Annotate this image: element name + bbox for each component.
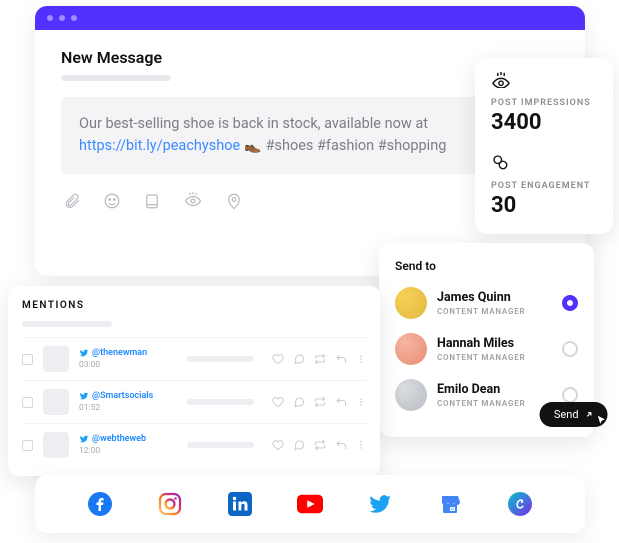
mention-time: 12:00 (79, 446, 169, 456)
window-dot (71, 15, 77, 21)
engagement-label: POST ENGAGEMENT (491, 181, 597, 191)
emoji-icon[interactable] (103, 192, 121, 210)
window-titlebar (35, 6, 585, 30)
visibility-icon[interactable] (183, 192, 203, 210)
person-role: CONTENT MANAGER (437, 353, 552, 362)
retweet-icon[interactable] (314, 353, 326, 365)
send-to-panel: Send to James Quinn CONTENT MANAGER Hann… (379, 243, 594, 437)
skeleton-line (187, 356, 254, 362)
send-button-label: Send (554, 408, 579, 421)
person-name: James Quinn (437, 290, 552, 305)
engagement-icon (491, 153, 597, 175)
checkbox[interactable] (22, 397, 33, 408)
impressions-icon (491, 72, 597, 92)
mentions-heading: MENTIONS (22, 300, 366, 311)
skeleton-line (187, 399, 254, 405)
window-dot (47, 15, 53, 21)
attachment-icon[interactable] (63, 192, 81, 210)
twitter-icon (79, 434, 89, 444)
reply-icon[interactable] (335, 396, 347, 408)
avatar (395, 333, 427, 365)
retweet-icon[interactable] (314, 439, 326, 451)
engagement-value: 30 (491, 193, 597, 218)
reply-icon[interactable] (335, 353, 347, 365)
media-icon[interactable] (143, 192, 161, 210)
checkbox[interactable] (22, 440, 33, 451)
google-business-icon[interactable]: G (437, 491, 463, 517)
retweet-icon[interactable] (314, 396, 326, 408)
more-icon[interactable] (356, 396, 366, 408)
message-link[interactable]: https://bit.ly/peachyshoe (79, 137, 240, 154)
shoe-emoji: 👞 (244, 138, 261, 154)
send-button[interactable]: Send (540, 402, 608, 427)
avatar (395, 379, 427, 411)
person-name: Hannah Miles (437, 336, 552, 351)
stats-card: POST IMPRESSIONS 3400 POST ENGAGEMENT 30 (475, 58, 613, 234)
message-hashtags: #shoes #fashion #shopping (266, 137, 447, 154)
heart-icon[interactable] (272, 439, 284, 451)
location-icon[interactable] (225, 192, 243, 210)
twitter-icon (79, 391, 89, 401)
mention-row[interactable]: @Smartsocials 01:52 (22, 380, 366, 423)
twitter-icon (79, 348, 89, 358)
select-radio[interactable] (562, 387, 578, 403)
select-radio[interactable] (562, 341, 578, 357)
heart-icon[interactable] (272, 396, 284, 408)
person-role: CONTENT MANAGER (437, 307, 552, 316)
skeleton-line (22, 321, 112, 327)
canva-icon[interactable] (507, 491, 533, 517)
youtube-icon[interactable] (297, 491, 323, 517)
mention-actions (272, 353, 366, 365)
mention-actions (272, 396, 366, 408)
reply-icon[interactable] (335, 439, 347, 451)
cursor-icon (595, 413, 610, 428)
linkedin-icon[interactable] (227, 491, 253, 517)
facebook-icon[interactable] (87, 491, 113, 517)
send-to-heading: Send to (395, 259, 578, 273)
mention-handle[interactable]: @Smartsocials (79, 391, 169, 401)
select-radio[interactable] (562, 295, 578, 311)
mention-row[interactable]: @webtheweb 12:00 (22, 423, 366, 466)
impressions-label: POST IMPRESSIONS (491, 98, 597, 108)
mention-actions (272, 439, 366, 451)
comment-icon[interactable] (293, 353, 305, 365)
person-name: Emilo Dean (437, 382, 552, 397)
instagram-icon[interactable] (157, 491, 183, 517)
skeleton-line (61, 75, 171, 81)
mention-row[interactable]: @thenewman 03:00 (22, 337, 366, 380)
skeleton-line (187, 442, 254, 448)
checkbox[interactable] (22, 354, 33, 365)
avatar (395, 287, 427, 319)
social-bar: G (35, 475, 585, 533)
thumbnail (43, 389, 69, 415)
comment-icon[interactable] (293, 439, 305, 451)
comment-icon[interactable] (293, 396, 305, 408)
mention-time: 01:52 (79, 403, 169, 413)
person-row[interactable]: James Quinn CONTENT MANAGER (395, 287, 578, 319)
more-icon[interactable] (356, 439, 366, 451)
impressions-value: 3400 (491, 110, 597, 135)
thumbnail (43, 346, 69, 372)
mentions-panel: MENTIONS @thenewman 03:00 @Smartsocials (8, 286, 380, 476)
twitter-icon[interactable] (367, 491, 393, 517)
person-row[interactable]: Hannah Miles CONTENT MANAGER (395, 333, 578, 365)
mention-handle[interactable]: @webtheweb (79, 434, 169, 444)
thumbnail (43, 432, 69, 458)
message-text: Our best-selling shoe is back in stock, … (79, 115, 428, 132)
mention-handle[interactable]: @thenewman (79, 348, 169, 358)
person-role: CONTENT MANAGER (437, 399, 552, 408)
window-dot (59, 15, 65, 21)
more-icon[interactable] (356, 353, 366, 365)
heart-icon[interactable] (272, 353, 284, 365)
mention-time: 03:00 (79, 360, 169, 370)
